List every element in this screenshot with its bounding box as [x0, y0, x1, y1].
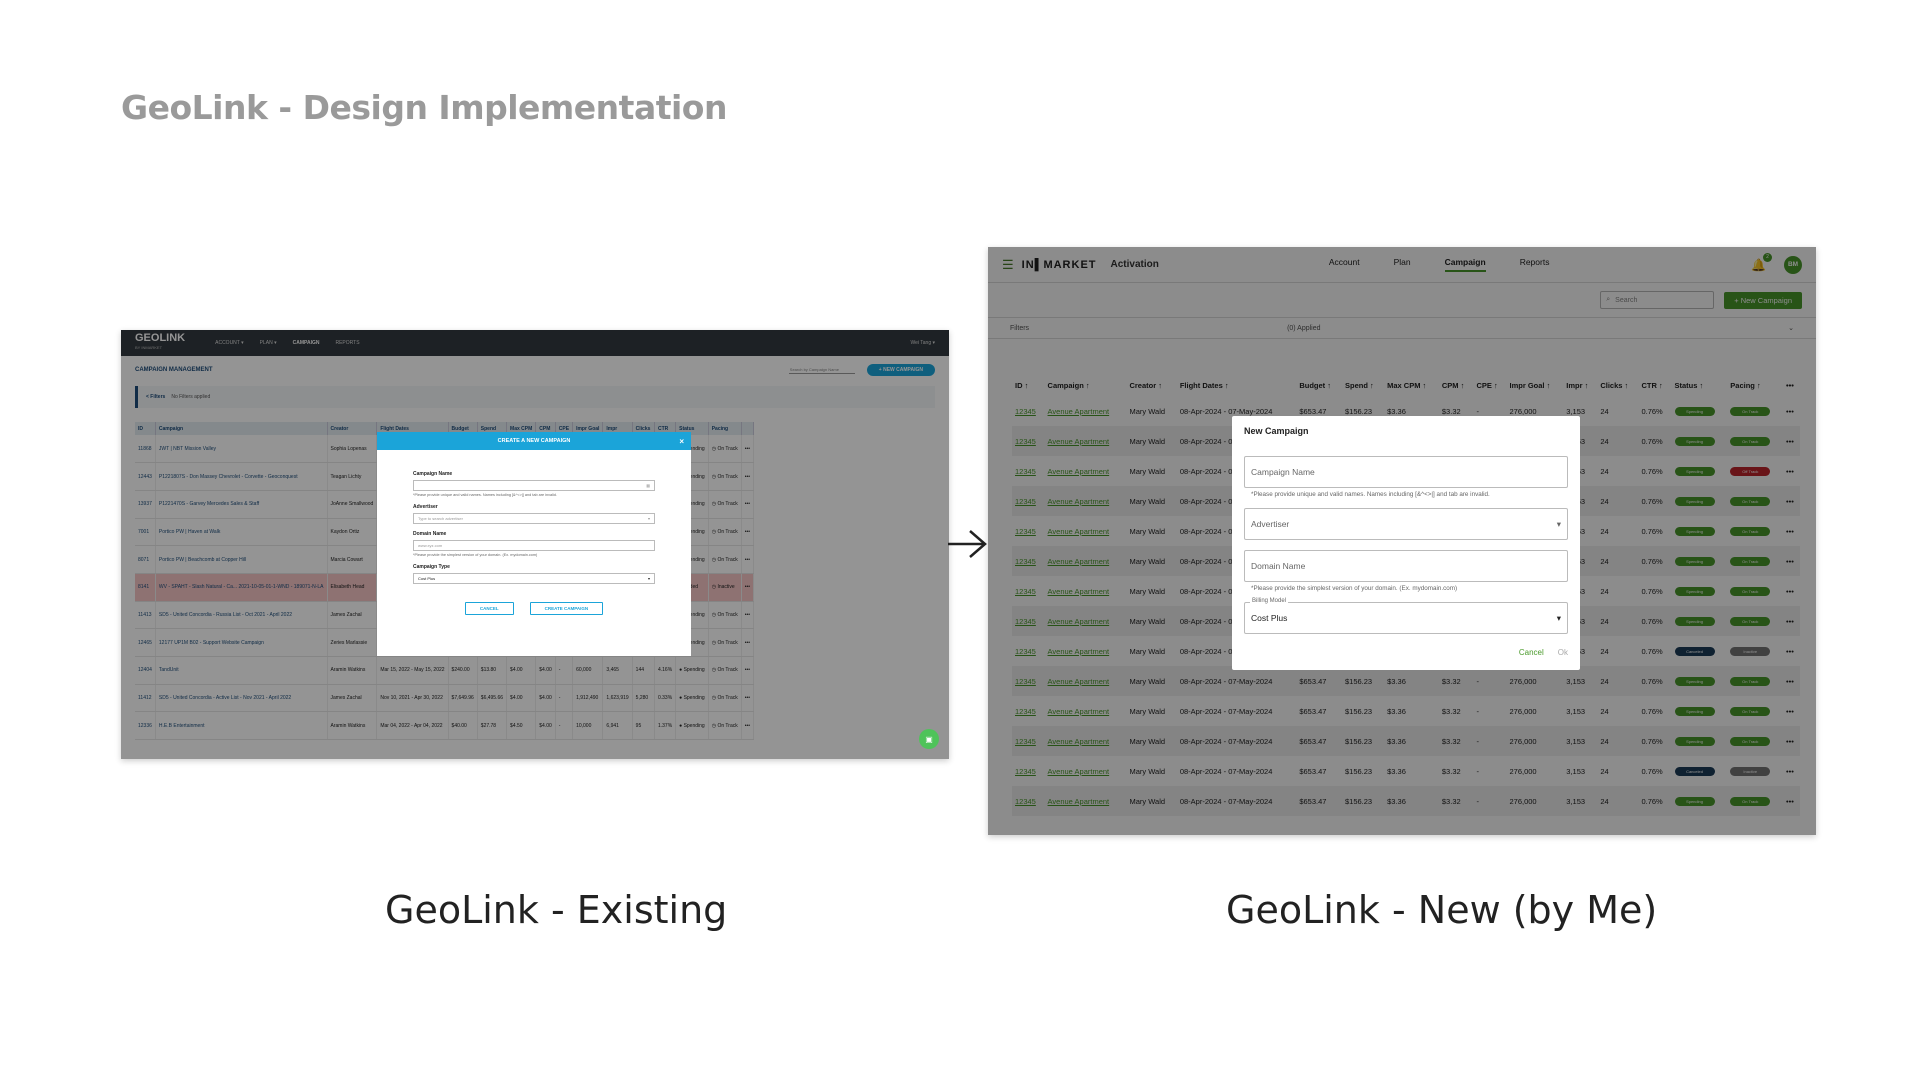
new-campaign-modal: New Campaign Campaign Name *Please provi…: [1232, 416, 1580, 670]
existing-screenshot: GEOLINK BY INMARKET ACCOUNT ▾ PLAN ▾ CAM…: [121, 330, 949, 759]
new-advertiser-placeholder: Advertiser: [1251, 519, 1290, 529]
caret-down-icon: ▾: [1556, 518, 1561, 529]
new-advertiser-select[interactable]: Advertiser ▾: [1244, 508, 1568, 540]
calendar-icon: ▦: [646, 483, 650, 488]
old-campaign-name-hint: *Please provide unique and valid names. …: [413, 493, 557, 497]
new-domain-placeholder: Domain Name: [1251, 561, 1306, 571]
old-domain-placeholder: www.xyz.com: [418, 543, 443, 548]
old-campaign-name-input[interactable]: ▦: [413, 480, 655, 491]
caret-down-icon: ▾: [1556, 612, 1561, 623]
new-domain-hint: *Please provide the simplest version of …: [1251, 585, 1458, 592]
old-modal-title: CREATE A NEW CAMPAIGN: [497, 438, 571, 444]
chat-icon[interactable]: ▣: [919, 729, 939, 749]
old-domain-input[interactable]: www.xyz.com: [413, 540, 655, 551]
new-billing-model-select[interactable]: Billing Model Cost Plus ▾: [1244, 598, 1568, 634]
old-modal-header: CREATE A NEW CAMPAIGN ×: [377, 432, 691, 450]
new-billing-label: Billing Model: [1250, 598, 1289, 604]
new-domain-input[interactable]: Domain Name: [1244, 550, 1568, 582]
caption-new: GeoLink - New (by Me): [1226, 888, 1658, 932]
close-icon[interactable]: ×: [679, 437, 684, 446]
new-campaign-name-placeholder: Campaign Name: [1251, 467, 1315, 477]
old-type-label: Campaign Type: [413, 564, 450, 570]
old-advertiser-select[interactable]: Type to search advertiser ▾: [413, 513, 655, 524]
old-domain-label: Domain Name: [413, 531, 447, 537]
arrow-right-icon: [948, 530, 987, 558]
new-modal-title: New Campaign: [1244, 426, 1309, 436]
new-billing-value: Cost Plus: [1251, 613, 1288, 623]
new-ok-button[interactable]: Ok: [1558, 648, 1568, 657]
old-cancel-button[interactable]: CANCEL: [464, 602, 514, 615]
chevron-down-icon: ▾: [647, 576, 650, 581]
old-campaign-name-label: Campaign Name: [413, 471, 453, 477]
old-type-value: Cost Plus: [418, 576, 436, 581]
slide-title: GeoLink - Design Implementation: [121, 88, 727, 127]
caption-existing: GeoLink - Existing: [385, 888, 728, 932]
new-cancel-button[interactable]: Cancel: [1519, 648, 1544, 657]
old-advertiser-placeholder: Type to search advertiser: [418, 516, 463, 521]
new-screenshot: ☰ IN▌MARKET Activation Account Plan Camp…: [988, 247, 1816, 835]
old-type-select[interactable]: Cost Plus ▾: [413, 573, 655, 584]
old-create-campaign-button[interactable]: CREATE CAMPAIGN: [529, 602, 604, 615]
old-domain-hint: *Please provide the simplest version of …: [413, 553, 538, 557]
old-create-campaign-modal: CREATE A NEW CAMPAIGN × Campaign Name ▦ …: [377, 432, 691, 656]
old-advertiser-label: Advertiser: [413, 504, 438, 510]
chevron-down-icon: ▾: [647, 516, 650, 521]
new-campaign-name-hint: *Please provide unique and valid names. …: [1251, 491, 1490, 498]
new-campaign-name-input[interactable]: Campaign Name: [1244, 456, 1568, 488]
